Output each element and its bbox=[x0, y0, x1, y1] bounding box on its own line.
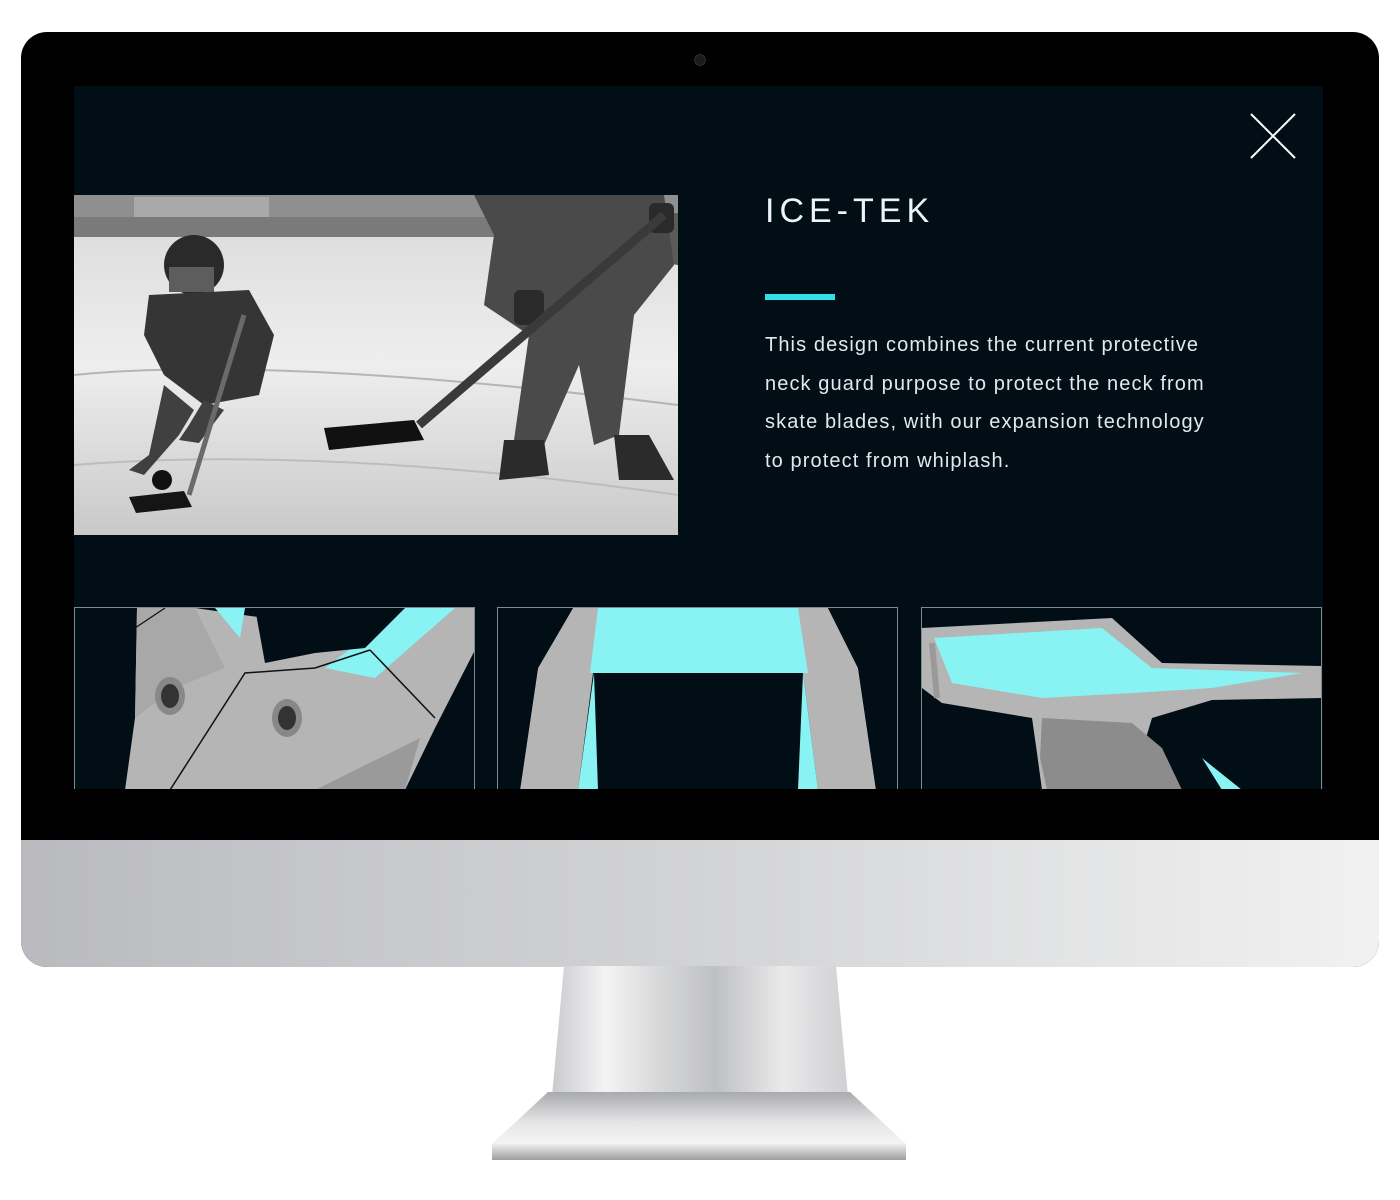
close-icon bbox=[1250, 113, 1296, 159]
accent-divider bbox=[765, 294, 835, 300]
close-button[interactable] bbox=[1248, 111, 1298, 161]
monitor-stand bbox=[552, 966, 848, 1096]
monitor-chin bbox=[21, 840, 1379, 967]
render-thumbnail-1[interactable] bbox=[74, 607, 475, 789]
product-description: This design combines the current protect… bbox=[765, 334, 1205, 472]
product-title: ICE-TEK bbox=[765, 192, 935, 230]
render-thumbnail-3[interactable] bbox=[921, 607, 1322, 789]
webcam bbox=[694, 54, 706, 66]
monitor-stand-base bbox=[492, 1092, 906, 1160]
hero-photo bbox=[74, 195, 678, 535]
render-thumbnail-2[interactable] bbox=[497, 607, 898, 789]
product-detail-screen: ICE-TEK This design combines the current… bbox=[74, 86, 1323, 789]
